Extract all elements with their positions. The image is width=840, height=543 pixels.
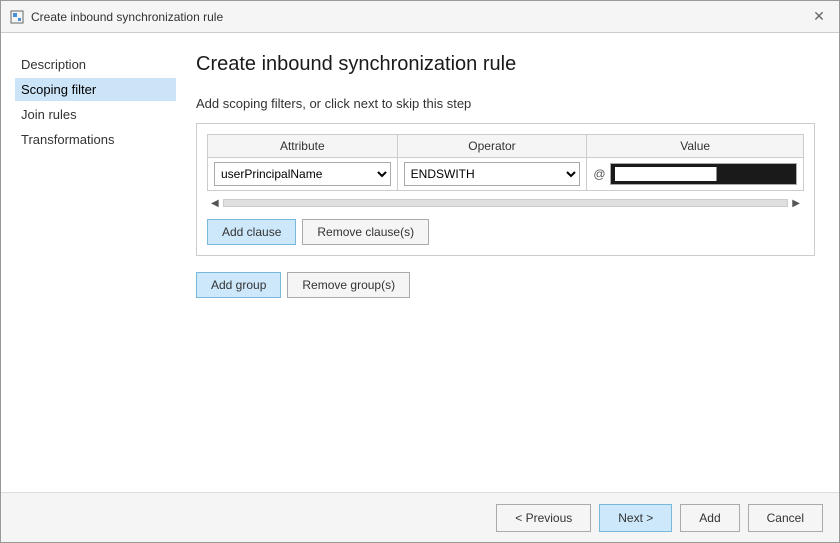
main-content: Create inbound synchronization rule Add … bbox=[176, 33, 839, 492]
window-icon bbox=[9, 9, 25, 25]
close-button[interactable]: ✕ bbox=[807, 5, 831, 29]
cancel-button[interactable]: Cancel bbox=[748, 504, 823, 532]
page-title: Create inbound synchronization rule bbox=[196, 53, 815, 76]
sidebar-item-description[interactable]: Description bbox=[15, 53, 176, 76]
col-header-value: Value bbox=[587, 135, 804, 158]
scroll-right-arrow[interactable]: ▶ bbox=[788, 198, 804, 209]
value-cell-content: @ bbox=[593, 163, 797, 185]
scroll-track[interactable] bbox=[223, 199, 789, 207]
sidebar: Description Scoping filter Join rules Tr… bbox=[1, 33, 176, 492]
filter-table-container: Attribute Operator Value userPrincipalNa… bbox=[196, 123, 815, 256]
col-header-operator: Operator bbox=[397, 135, 587, 158]
previous-button[interactable]: < Previous bbox=[496, 504, 591, 532]
operator-select[interactable]: ENDSWITH STARTSWITH EQUALS NOTEQUALS CON… bbox=[404, 162, 581, 186]
sidebar-item-join-rules[interactable]: Join rules bbox=[15, 103, 176, 126]
value-at-symbol: @ bbox=[593, 167, 605, 181]
sub-title: Add scoping filters, or click next to sk… bbox=[196, 96, 815, 111]
clause-buttons: Add clause Remove clause(s) bbox=[207, 219, 804, 245]
col-header-attribute: Attribute bbox=[208, 135, 398, 158]
scroll-left-arrow[interactable]: ◀ bbox=[207, 198, 223, 209]
add-group-button[interactable]: Add group bbox=[196, 272, 281, 298]
title-bar: Create inbound synchronization rule ✕ bbox=[1, 1, 839, 33]
group-buttons: Add group Remove group(s) bbox=[196, 272, 815, 298]
add-button[interactable]: Add bbox=[680, 504, 739, 532]
attribute-cell: userPrincipalName mail sAMAccountName di… bbox=[208, 158, 398, 191]
operator-cell: ENDSWITH STARTSWITH EQUALS NOTEQUALS CON… bbox=[397, 158, 587, 191]
content-area: Description Scoping filter Join rules Tr… bbox=[1, 33, 839, 492]
scroll-row: ◀ ▶ bbox=[207, 195, 804, 211]
sidebar-item-transformations[interactable]: Transformations bbox=[15, 128, 176, 151]
value-cell: @ bbox=[587, 158, 804, 191]
remove-clause-button[interactable]: Remove clause(s) bbox=[302, 219, 429, 245]
next-button[interactable]: Next > bbox=[599, 504, 672, 532]
attribute-select[interactable]: userPrincipalName mail sAMAccountName di… bbox=[214, 162, 391, 186]
title-bar-text: Create inbound synchronization rule bbox=[31, 10, 807, 24]
footer: < Previous Next > Add Cancel bbox=[1, 492, 839, 542]
table-row: userPrincipalName mail sAMAccountName di… bbox=[208, 158, 804, 191]
filter-table: Attribute Operator Value userPrincipalNa… bbox=[207, 134, 804, 191]
remove-group-button[interactable]: Remove group(s) bbox=[287, 272, 410, 298]
value-input[interactable] bbox=[610, 163, 798, 185]
sidebar-item-scoping-filter[interactable]: Scoping filter bbox=[15, 78, 176, 101]
add-clause-button[interactable]: Add clause bbox=[207, 219, 296, 245]
main-window: Create inbound synchronization rule ✕ De… bbox=[0, 0, 840, 543]
